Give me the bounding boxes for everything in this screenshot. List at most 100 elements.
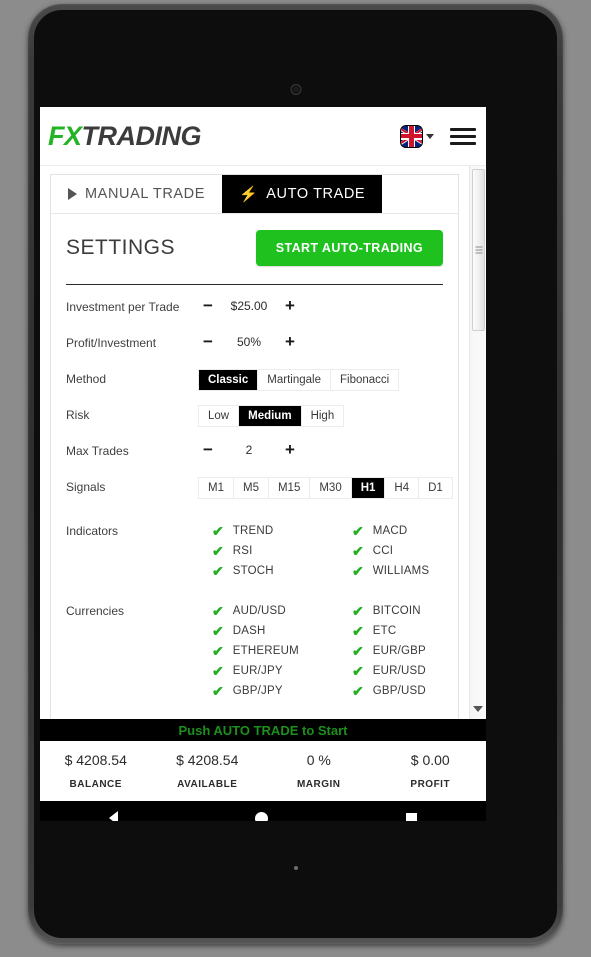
method-option-classic[interactable]: Classic — [199, 370, 259, 390]
currency-aud-usd[interactable]: ✔ AUD/USD — [212, 601, 352, 621]
indicator-williams[interactable]: ✔ WILLIAMS — [352, 561, 469, 581]
indicator-macd[interactable]: ✔ MACD — [352, 521, 469, 541]
investment-decrement-button[interactable]: − — [198, 297, 218, 314]
method-option-martingale[interactable]: Martingale — [258, 370, 331, 390]
investment-label: Investment per Trade — [66, 300, 180, 314]
check-icon: ✔ — [212, 663, 224, 679]
signals-option-h4[interactable]: H4 — [385, 478, 420, 498]
hamburger-menu-icon[interactable] — [450, 124, 476, 149]
currency-gbp-usd[interactable]: ✔ GBP/USD — [352, 681, 469, 701]
max-trades-stepper: − 2 + — [198, 441, 300, 458]
currency-ethereum[interactable]: ✔ ETHEREUM — [212, 641, 352, 661]
profit-decrement-button[interactable]: − — [198, 333, 218, 350]
currency-bitcoin-label: BITCOIN — [372, 605, 421, 617]
vertical-scrollbar[interactable] — [469, 166, 486, 719]
check-icon: ✔ — [352, 623, 364, 639]
app-header: FX TRADING — [40, 107, 486, 166]
stat-profit-label: PROFIT — [410, 779, 451, 790]
start-auto-trading-button[interactable]: START AUTO-TRADING — [255, 230, 443, 266]
page-title: SETTINGS — [66, 236, 176, 259]
signals-option-m30[interactable]: M30 — [310, 478, 352, 498]
currency-eur-gbp[interactable]: ✔ EUR/GBP — [352, 641, 469, 661]
indicator-cci[interactable]: ✔ CCI — [352, 541, 469, 561]
push-message-text: Push AUTO TRADE to Start — [178, 722, 348, 738]
recent-apps-button-icon[interactable] — [406, 812, 418, 821]
currency-gbp-usd-label: GBP/USD — [372, 685, 426, 697]
tab-manual-trade[interactable]: MANUAL TRADE — [51, 175, 222, 213]
currency-ethereum-label: ETHEREUM — [232, 645, 299, 657]
row-signals: Signals M1 M5 M15 M30 H1 H4 D1 — [51, 465, 458, 501]
indicators-label: Indicators — [66, 524, 119, 538]
stat-margin-value: 0 % — [306, 752, 331, 768]
check-icon: ✔ — [352, 543, 364, 559]
currency-dash-label: DASH — [232, 625, 266, 637]
risk-option-low[interactable]: Low — [199, 406, 240, 426]
currency-bitcoin[interactable]: ✔ BITCOIN — [352, 601, 469, 621]
stat-available-label: AVAILABLE — [177, 779, 238, 790]
investment-increment-button[interactable]: + — [280, 297, 300, 314]
stat-balance-value: $ 4208.54 — [64, 752, 127, 768]
indicator-macd-label: MACD — [372, 525, 408, 537]
currency-etc[interactable]: ✔ ETC — [352, 621, 469, 641]
home-button-icon[interactable] — [255, 811, 269, 821]
profit-increment-button[interactable]: + — [280, 333, 300, 350]
scroll-content: MANUAL TRADE ⚡ AUTO TRADE SETTINGS START… — [40, 166, 469, 719]
row-risk: Risk Low Medium High — [51, 393, 458, 429]
stat-profit: $ 0.00 PROFIT — [375, 741, 487, 801]
max-trades-label: Max Trades — [66, 444, 129, 458]
indicator-stoch-label: STOCH — [232, 565, 274, 577]
indicator-stoch[interactable]: ✔ STOCH — [212, 561, 352, 581]
currencies-checklist: ✔ AUD/USD ✔ DASH ✔ ETHEREUM ✔ EUR/JPY ✔ GBP/J… — [198, 601, 469, 701]
row-investment-per-trade: Investment per Trade − $25.00 + — [51, 285, 458, 321]
scroll-down-arrow[interactable] — [473, 706, 483, 712]
front-camera-icon — [290, 84, 301, 95]
signals-option-h1[interactable]: H1 — [351, 478, 386, 498]
settings-header: SETTINGS START AUTO-TRADING — [51, 214, 458, 266]
language-selector[interactable] — [401, 125, 434, 147]
investment-stepper: − $25.00 + — [198, 297, 300, 314]
check-icon: ✔ — [212, 643, 224, 659]
method-segmented-control: Classic Martingale Fibonacci — [198, 369, 400, 391]
account-stats-bar: $ 4208.54 BALANCE $ 4208.54 AVAILABLE 0 … — [40, 741, 486, 803]
signals-segmented-control: M1 M5 M15 M30 H1 H4 D1 — [198, 477, 453, 499]
stat-profit-value: $ 0.00 — [410, 752, 450, 768]
scrollbar-thumb[interactable] — [472, 169, 485, 331]
back-button-icon[interactable] — [108, 811, 118, 821]
signals-option-m1[interactable]: M1 — [199, 478, 234, 498]
stat-balance-label: BALANCE — [69, 779, 122, 790]
status-message-strip: Push AUTO TRADE to Start — [40, 719, 486, 741]
signals-option-m5[interactable]: M5 — [234, 478, 269, 498]
risk-label: Risk — [66, 408, 90, 422]
indicator-trend[interactable]: ✔ TREND — [212, 521, 352, 541]
signals-label: Signals — [66, 480, 106, 494]
signals-option-m15[interactable]: M15 — [269, 478, 311, 498]
currency-eur-usd-label: EUR/USD — [372, 665, 426, 677]
home-indicator-led — [293, 866, 298, 870]
method-option-fibonacci[interactable]: Fibonacci — [331, 370, 398, 390]
currency-aud-usd-label: AUD/USD — [232, 605, 286, 617]
max-trades-increment-button[interactable]: + — [280, 441, 300, 458]
tab-auto-trade[interactable]: ⚡ AUTO TRADE — [222, 175, 383, 213]
check-icon: ✔ — [212, 603, 224, 619]
row-currencies: Currencies ✔ AUD/USD ✔ DASH ✔ ETHEREUM ✔ EUR… — [51, 589, 458, 701]
currency-gbp-jpy[interactable]: ✔ GBP/JPY — [212, 681, 352, 701]
check-icon: ✔ — [212, 523, 224, 539]
max-trades-decrement-button[interactable]: − — [198, 441, 218, 458]
risk-option-high[interactable]: High — [302, 406, 344, 426]
indicator-williams-label: WILLIAMS — [372, 565, 430, 577]
currency-eur-usd[interactable]: ✔ EUR/USD — [352, 661, 469, 681]
check-icon: ✔ — [352, 523, 364, 539]
profit-label: Profit/Investment — [66, 336, 157, 350]
stat-margin-label: MARGIN — [296, 779, 341, 790]
risk-option-medium[interactable]: Medium — [239, 406, 302, 426]
currency-eur-jpy-label: EUR/JPY — [232, 665, 283, 677]
check-icon: ✔ — [212, 683, 224, 699]
currency-dash[interactable]: ✔ DASH — [212, 621, 352, 641]
signals-option-d1[interactable]: D1 — [419, 478, 452, 498]
logo-fx-text: FX — [48, 120, 82, 151]
currency-eur-jpy[interactable]: ✔ EUR/JPY — [212, 661, 352, 681]
indicator-rsi[interactable]: ✔ RSI — [212, 541, 352, 561]
indicator-trend-label: TREND — [232, 525, 274, 537]
tab-auto-trade-label: AUTO TRADE — [266, 186, 366, 202]
check-icon: ✔ — [212, 543, 224, 559]
